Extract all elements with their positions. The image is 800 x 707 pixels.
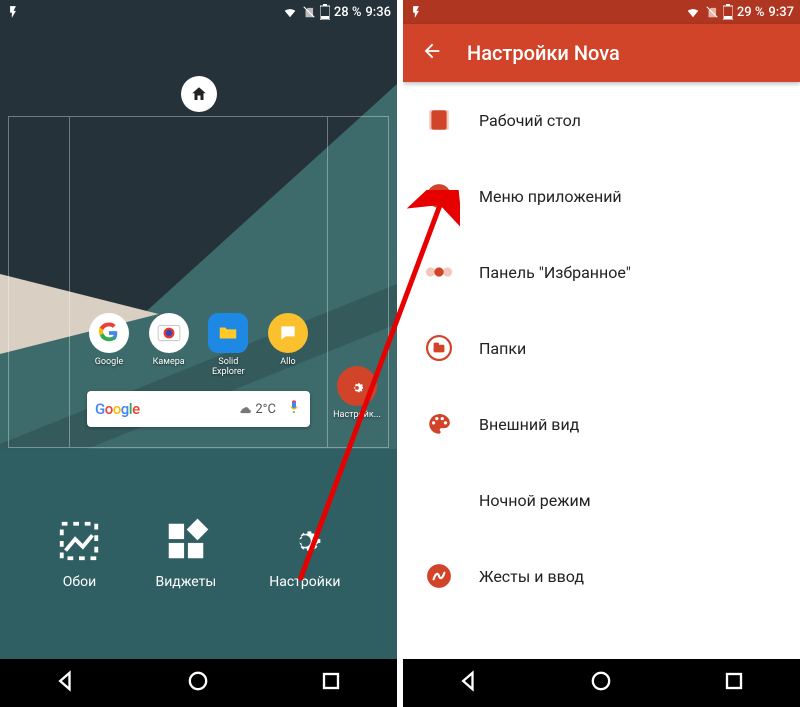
wifi-icon <box>685 5 701 19</box>
weather-chip[interactable]: 2°C <box>238 402 276 417</box>
settings-item-folders[interactable]: Папки <box>403 310 800 386</box>
right-screenshot: 29 % 9:37 Настройки Nova Рабочий стол <box>403 0 800 707</box>
home-badge[interactable] <box>181 76 217 112</box>
back-icon[interactable] <box>421 40 443 67</box>
app-label: Allo <box>280 357 295 367</box>
bolt-icon <box>409 5 423 19</box>
settings-item-label: Рабочий стол <box>479 111 581 130</box>
settings-item-label: Жесты и ввод <box>479 567 584 586</box>
settings-item-gestures[interactable]: Жесты и ввод <box>403 538 800 614</box>
nova-settings-screen: Настройки Nova Рабочий стол Меню приложе… <box>403 24 800 659</box>
bolt-icon <box>6 5 20 19</box>
settings-item-label: Внешний вид <box>479 415 579 434</box>
mic-icon[interactable] <box>286 398 302 420</box>
app-icon-camera[interactable]: Камера <box>145 313 193 377</box>
settings-item-label: Меню приложений <box>479 187 622 206</box>
gesture-icon <box>425 562 453 590</box>
qa-label: Настройки <box>269 574 340 590</box>
qa-wallpapers[interactable]: Обои <box>56 518 102 590</box>
app-bar-title: Настройки Nova <box>467 41 620 65</box>
google-logo: Google <box>95 400 140 418</box>
status-bar-right: 29 % 9:37 <box>403 0 800 24</box>
nav-back[interactable] <box>455 667 483 699</box>
grid-icon <box>425 182 453 210</box>
nav-bar <box>0 659 397 707</box>
battery-pct: 29 % <box>737 5 765 20</box>
status-time: 9:37 <box>768 5 794 20</box>
home-page-preview[interactable]: Google Камера Solid Explorer <box>8 116 389 448</box>
nav-recent[interactable] <box>317 667 345 699</box>
qa-label: Виджеты <box>155 574 216 590</box>
app-icon-google[interactable]: Google <box>85 313 133 377</box>
palette-icon <box>425 410 453 438</box>
desktop-icon <box>425 106 453 134</box>
nav-back[interactable] <box>52 667 80 699</box>
qa-label: Обои <box>63 574 96 590</box>
app-bar: Настройки Nova <box>403 24 800 82</box>
app-icon-allo[interactable]: Allo <box>264 313 312 377</box>
home-screen-edit-mode: Google Камера Solid Explorer <box>0 24 397 659</box>
qa-settings[interactable]: Настройки <box>269 518 340 590</box>
google-search-widget[interactable]: Google 2°C <box>87 391 310 427</box>
no-sim-icon <box>302 5 316 19</box>
app-icon-solid-explorer[interactable]: Solid Explorer <box>204 313 252 377</box>
nav-home[interactable] <box>587 667 615 699</box>
quick-actions-bar: Обои Виджеты Настройки <box>0 449 397 659</box>
wifi-icon <box>282 5 298 19</box>
nav-recent[interactable] <box>720 667 748 699</box>
settings-item-night-mode[interactable]: Ночной режим <box>403 462 800 538</box>
battery-pct: 28 % <box>334 5 362 20</box>
left-screenshot: 28 % 9:36 Google <box>0 0 397 707</box>
settings-item-label: Ночной режим <box>479 491 591 510</box>
settings-list[interactable]: Рабочий стол Меню приложений Панель "Изб… <box>403 82 800 659</box>
app-label: Solid Explorer <box>204 357 252 377</box>
status-bar-left: 28 % 9:36 <box>0 0 397 24</box>
settings-item-desktop[interactable]: Рабочий стол <box>403 82 800 158</box>
home-icon <box>190 85 208 103</box>
settings-item-label: Папки <box>479 339 526 358</box>
settings-item-look-feel[interactable]: Внешний вид <box>403 386 800 462</box>
status-time: 9:36 <box>365 5 391 20</box>
dots-icon <box>425 258 453 286</box>
app-icon-nova-settings[interactable]: Настройк... <box>333 366 381 420</box>
settings-item-dock[interactable]: Панель "Избранное" <box>403 234 800 310</box>
battery-icon <box>320 4 330 20</box>
no-sim-icon <box>705 5 719 19</box>
app-label: Google <box>95 357 123 367</box>
nav-bar <box>403 659 800 707</box>
battery-icon <box>723 4 733 20</box>
app-label: Настройк... <box>333 410 381 420</box>
settings-item-app-drawer[interactable]: Меню приложений <box>403 158 800 234</box>
app-label: Камера <box>153 357 185 367</box>
moon-icon <box>425 486 453 514</box>
settings-item-label: Панель "Избранное" <box>479 263 631 282</box>
nav-home[interactable] <box>184 667 212 699</box>
qa-widgets[interactable]: Виджеты <box>155 518 216 590</box>
folder-icon <box>425 334 453 362</box>
